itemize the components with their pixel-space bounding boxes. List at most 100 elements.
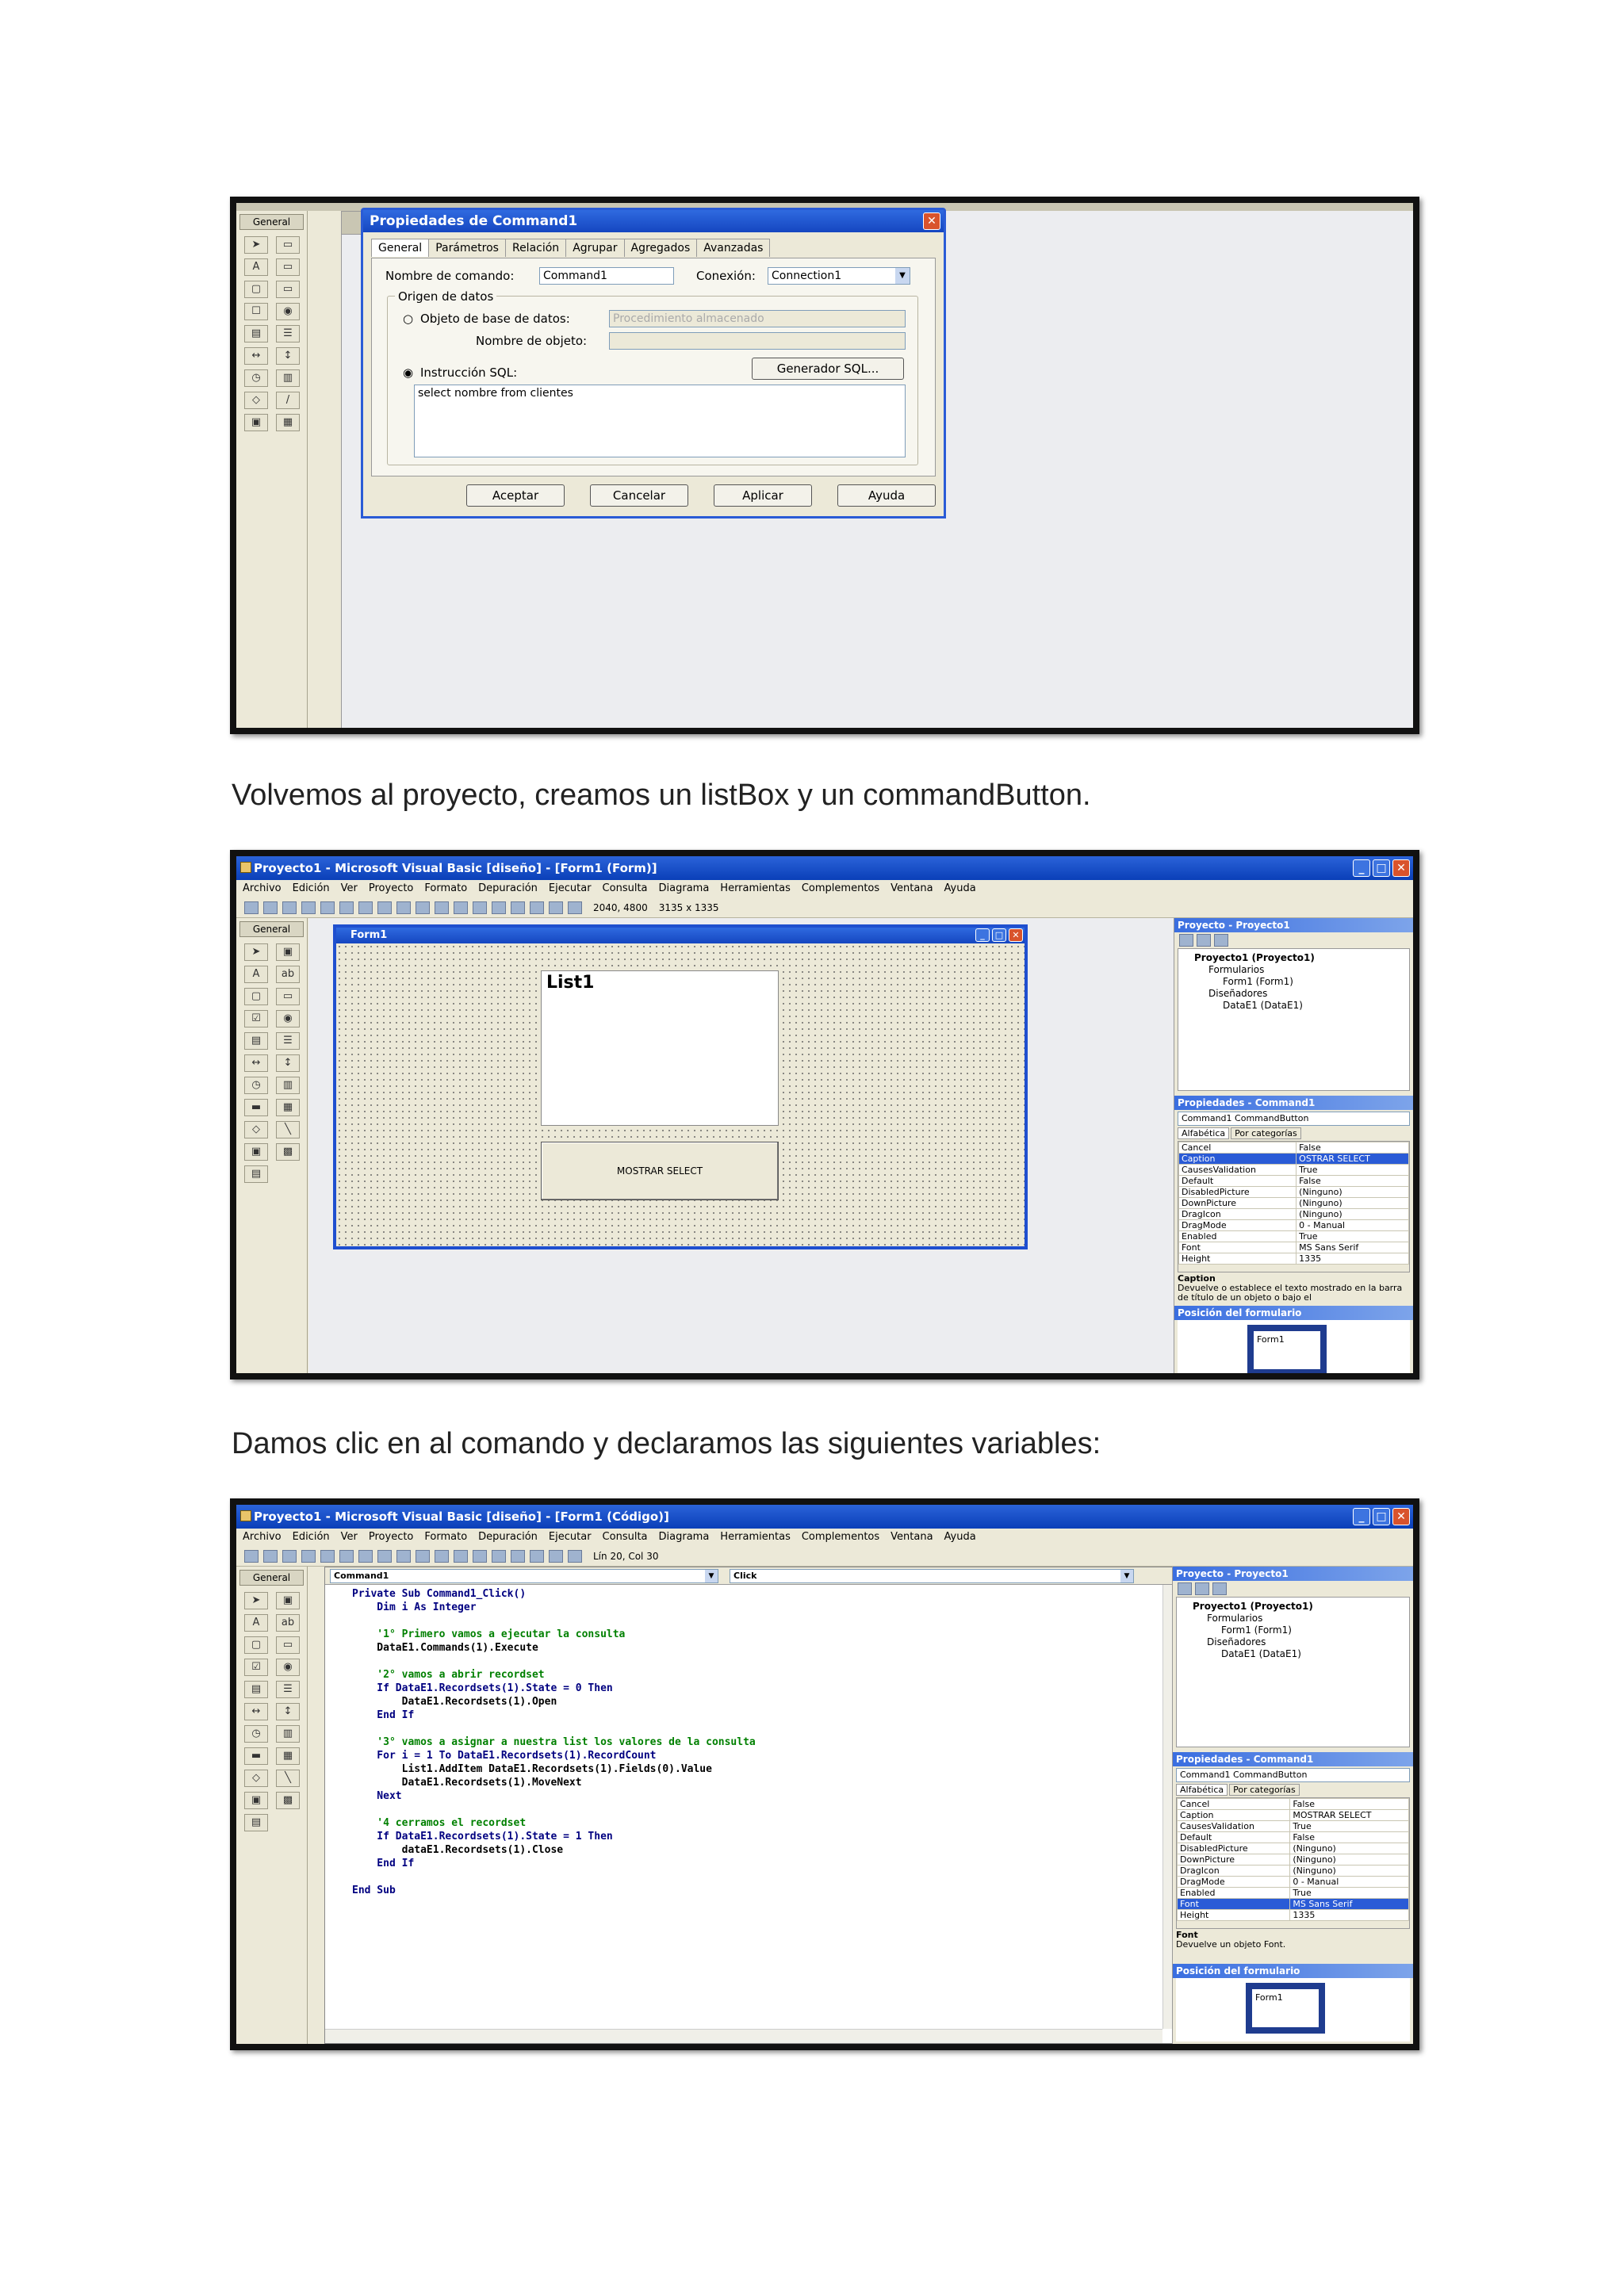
property-value[interactable]: (Ninguno) bbox=[1296, 1197, 1409, 1209]
property-row[interactable]: Font MS Sans Serif bbox=[1177, 1898, 1409, 1910]
open-icon[interactable] bbox=[282, 901, 297, 914]
menu-ver[interactable]: Ver bbox=[341, 1531, 358, 1543]
close-icon[interactable]: ✕ bbox=[1392, 1508, 1410, 1525]
tab-agregados[interactable]: Agregados bbox=[624, 239, 698, 257]
menu-ayuda[interactable]: Ayuda bbox=[944, 882, 976, 894]
close-icon[interactable]: ✕ bbox=[1392, 859, 1410, 877]
list1-control[interactable]: List1 bbox=[541, 970, 779, 1126]
property-value[interactable]: 0 - Manual bbox=[1296, 1219, 1409, 1231]
properties-icon[interactable] bbox=[511, 1549, 525, 1563]
menu-consulta[interactable]: Consulta bbox=[603, 1531, 648, 1543]
property-value[interactable]: OSTRAR SELECT bbox=[1296, 1153, 1409, 1165]
combo-tool-icon[interactable]: ▤ bbox=[244, 1032, 268, 1050]
undo-icon[interactable] bbox=[396, 1549, 411, 1563]
frame-tool-icon[interactable]: ▢ bbox=[244, 1636, 268, 1654]
chevron-down-icon[interactable]: ▼ bbox=[705, 1570, 718, 1582]
radio-icon[interactable]: ◉ bbox=[276, 1659, 300, 1676]
property-row[interactable]: DragMode 0 - Manual bbox=[1178, 1219, 1409, 1231]
tab-por-categorias[interactable]: Por categorías bbox=[1229, 1784, 1300, 1796]
property-row[interactable]: Cancel False bbox=[1177, 1798, 1409, 1810]
connection-select[interactable]: Connection1 ▼ bbox=[768, 267, 910, 285]
property-value[interactable]: (Ninguno) bbox=[1296, 1208, 1409, 1220]
copy-icon[interactable] bbox=[339, 901, 354, 914]
timer-tool-icon[interactable]: ◷ bbox=[244, 1077, 268, 1094]
list-tool-icon[interactable]: ☰ bbox=[276, 325, 300, 342]
view-object-icon[interactable] bbox=[1197, 934, 1211, 947]
line-tool-icon[interactable]: / bbox=[276, 392, 300, 409]
cut-icon[interactable] bbox=[320, 1549, 335, 1563]
view-object-icon[interactable] bbox=[1195, 1582, 1209, 1595]
data-tool-icon[interactable]: ▩ bbox=[276, 1143, 300, 1161]
add-form-icon[interactable] bbox=[263, 901, 278, 914]
tab-alfabetica[interactable]: Alfabética bbox=[1176, 1784, 1228, 1796]
shape-tool-icon[interactable]: ◇ bbox=[244, 1121, 268, 1138]
object-name-select[interactable] bbox=[609, 332, 906, 350]
menu-ejecutar[interactable]: Ejecutar bbox=[549, 882, 592, 894]
accept-button[interactable]: Aceptar bbox=[466, 484, 565, 507]
shape-tool-icon[interactable]: ◇ bbox=[244, 1770, 268, 1787]
menu-herramientas[interactable]: Herramientas bbox=[720, 1531, 791, 1543]
layout-form-thumb[interactable]: Form1 bbox=[1252, 1989, 1319, 2027]
combo-tool-icon[interactable]: ▤ bbox=[244, 325, 268, 342]
layout-form-thumb[interactable]: Form1 bbox=[1254, 1331, 1320, 1369]
find-icon[interactable] bbox=[377, 901, 392, 914]
vscroll-tool-icon[interactable]: ↕ bbox=[276, 347, 300, 365]
stop-icon[interactable] bbox=[473, 1549, 487, 1563]
property-row[interactable]: Default False bbox=[1178, 1175, 1409, 1187]
save-icon[interactable] bbox=[301, 1549, 316, 1563]
data-tool-icon[interactable]: ▩ bbox=[276, 1792, 300, 1809]
tree-datae1[interactable]: DataE1 (DataE1) bbox=[1182, 1000, 1406, 1012]
property-value[interactable]: True bbox=[1296, 1230, 1409, 1242]
find-icon[interactable] bbox=[377, 1549, 392, 1563]
menu-edicion[interactable]: Edición bbox=[293, 882, 330, 894]
menu-depuracion[interactable]: Depuración bbox=[478, 1531, 538, 1543]
code-editor[interactable]: Private Sub Command1_Click() Dim i As In… bbox=[352, 1588, 1158, 2027]
line-tool-icon[interactable]: ╲ bbox=[276, 1770, 300, 1787]
command-name-field[interactable]: Command1 bbox=[539, 267, 674, 285]
db-object-select[interactable]: Procedimiento almacenado bbox=[609, 310, 906, 327]
tab-general[interactable]: General bbox=[371, 239, 430, 257]
property-value[interactable]: 0 - Manual bbox=[1289, 1876, 1409, 1888]
vscroll-tool-icon[interactable]: ↕ bbox=[276, 1703, 300, 1720]
property-value[interactable]: True bbox=[1289, 1887, 1409, 1899]
toggle-folders-icon[interactable] bbox=[1214, 934, 1228, 947]
add-form-icon[interactable] bbox=[263, 1549, 278, 1563]
pointer-icon[interactable]: ➤ bbox=[244, 236, 268, 254]
property-row[interactable]: Height 1335 bbox=[1177, 1909, 1409, 1921]
data-tool-icon[interactable]: ▦ bbox=[276, 414, 300, 431]
timer-tool-icon[interactable]: ◷ bbox=[244, 1725, 268, 1743]
radio-db-object[interactable]: ○ bbox=[403, 312, 413, 326]
copy-icon[interactable] bbox=[339, 1549, 354, 1563]
menu-archivo[interactable]: Archivo bbox=[243, 882, 282, 894]
radio-icon[interactable]: ◉ bbox=[276, 303, 300, 320]
property-value[interactable]: True bbox=[1296, 1164, 1409, 1176]
checkbox-icon[interactable]: ☐ bbox=[244, 303, 268, 320]
button-tool-icon[interactable]: ▭ bbox=[276, 281, 300, 298]
menu-formato[interactable]: Formato bbox=[424, 1531, 467, 1543]
tree-formularios[interactable]: Formularios bbox=[1182, 964, 1406, 976]
property-value[interactable]: (Ninguno) bbox=[1289, 1843, 1409, 1854]
add-project-icon[interactable] bbox=[244, 901, 259, 914]
menu-formato[interactable]: Formato bbox=[424, 882, 467, 894]
checkbox-icon[interactable]: ☑ bbox=[244, 1010, 268, 1027]
menu-proyecto[interactable]: Proyecto bbox=[369, 882, 414, 894]
property-row[interactable]: Caption MOSTRAR SELECT bbox=[1177, 1809, 1409, 1821]
toolbox-icon[interactable] bbox=[568, 1549, 582, 1563]
label-tool-icon[interactable]: A bbox=[244, 1614, 268, 1632]
tab-por-categorias[interactable]: Por categorías bbox=[1231, 1127, 1301, 1139]
property-value[interactable]: True bbox=[1289, 1820, 1409, 1832]
view-code-icon[interactable] bbox=[1178, 1582, 1192, 1595]
menu-ayuda[interactable]: Ayuda bbox=[944, 1531, 976, 1543]
maximize-icon[interactable]: □ bbox=[1373, 859, 1390, 877]
drive-tool-icon[interactable]: ▥ bbox=[276, 1077, 300, 1094]
radio-sql[interactable]: ◉ bbox=[403, 365, 413, 380]
combo-tool-icon[interactable]: ▤ bbox=[244, 1681, 268, 1698]
menu-edicion[interactable]: Edición bbox=[293, 1531, 330, 1543]
tab-alfabetica[interactable]: Alfabética bbox=[1178, 1127, 1230, 1139]
properties-icon[interactable] bbox=[511, 901, 525, 914]
open-icon[interactable] bbox=[282, 1549, 297, 1563]
property-row[interactable]: CausesValidation True bbox=[1178, 1164, 1409, 1176]
ole-tool-icon[interactable]: ▤ bbox=[244, 1814, 268, 1831]
tree-formularios[interactable]: Formularios bbox=[1180, 1613, 1406, 1624]
shape-tool-icon[interactable]: ◇ bbox=[244, 392, 268, 409]
